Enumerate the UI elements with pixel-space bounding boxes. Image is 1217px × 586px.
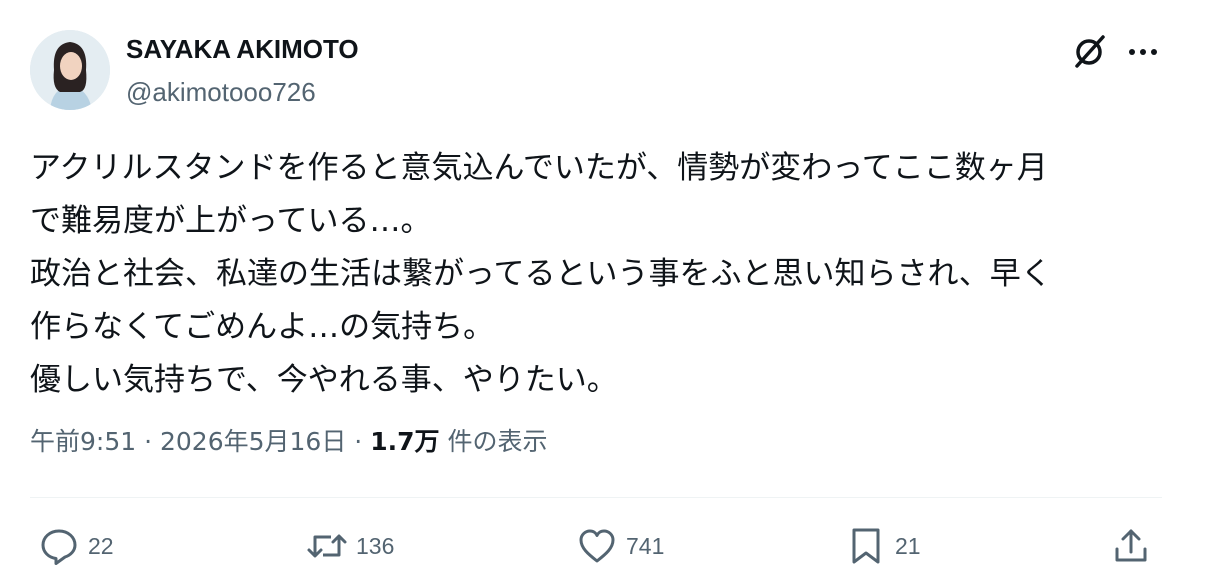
tweet-meta: 午前9:51 · 2026年5月16日 · 1.7万 件の表示 [30,422,547,458]
meta-separator: · [144,427,153,456]
reply-count: 22 [88,532,114,559]
repost-button[interactable]: 136 [306,524,394,568]
more-icon[interactable] [1126,38,1160,66]
reply-button[interactable]: 22 [38,524,114,568]
avatar[interactable] [30,30,110,110]
reply-icon [41,529,77,565]
user-handle[interactable]: @akimotooo726 [126,77,316,108]
share-icon [1115,529,1147,562]
bookmark-count: 21 [895,532,921,559]
tweet-text: アクリルスタンドを作ると意気込んでいたが、情勢が変わってここ数ヶ月 で難易度が上が… [30,142,1180,407]
divider [30,497,1162,498]
tweet-text-line: 政治と社会、私達の生活は繋がってるという事をふと思い知らされ、早く [30,256,1052,292]
tweet-text-line: で難易度が上がっている…。 [30,203,432,239]
bookmark-icon [852,528,880,564]
grok-icon[interactable] [1070,33,1108,71]
repost-icon [307,534,347,558]
bookmark-button[interactable]: 21 [845,524,921,568]
like-icon [579,529,615,563]
views-count[interactable]: 1.7万 [370,427,439,456]
repost-count: 136 [356,532,395,559]
tweet-text-line: 優しい気持ちで、今やれる事、やりたい。 [30,362,618,398]
like-button[interactable]: 741 [576,524,664,568]
tweet-time[interactable]: 午前9:51 [30,427,136,456]
views-label[interactable]: 件の表示 [447,427,547,456]
share-button[interactable] [1110,524,1152,568]
like-count: 741 [626,532,665,559]
tweet-text-line: 作らなくてごめんよ…の気持ち。 [30,309,495,345]
tweet-text-line: アクリルスタンドを作ると意気込んでいたが、情勢が変わってここ数ヶ月 [30,150,1048,186]
tweet-date[interactable]: 2026年5月16日 [160,427,346,456]
display-name[interactable]: SAYAKA AKIMOTO [126,34,359,65]
meta-separator: · [354,427,363,456]
